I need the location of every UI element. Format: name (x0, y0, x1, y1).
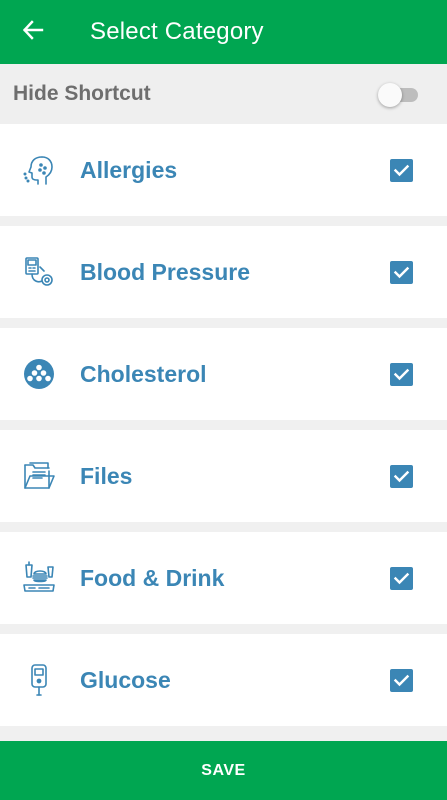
food-drink-icon (22, 561, 56, 595)
cholesterol-cells-icon (22, 357, 56, 391)
category-label: Glucose (80, 666, 171, 693)
category-checkbox[interactable] (390, 464, 413, 488)
arrow-left-icon (22, 18, 45, 47)
category-item-food-drink[interactable]: Food & Drink (0, 532, 447, 624)
blood-pressure-monitor-icon (22, 255, 56, 289)
hide-shortcut-toggle[interactable] (378, 82, 420, 107)
category-item-files[interactable]: Files (0, 430, 447, 522)
category-item-blood-pressure[interactable]: Blood Pressure (0, 226, 447, 318)
category-checkbox[interactable] (390, 668, 413, 692)
folder-files-icon (22, 459, 56, 493)
category-checkbox[interactable] (390, 260, 413, 284)
category-list: Allergies Blood Pressure Cholesterol Fil… (0, 124, 447, 726)
save-button[interactable]: SAVE (0, 741, 447, 800)
hide-shortcut-label: Hide Shortcut (13, 82, 151, 105)
category-label: Food & Drink (80, 564, 225, 591)
category-item-glucose[interactable]: Glucose (0, 634, 447, 726)
page-title: Select Category (90, 18, 264, 45)
save-label: SAVE (201, 761, 246, 779)
category-checkbox[interactable] (390, 158, 413, 182)
category-checkbox[interactable] (390, 566, 413, 590)
category-checkbox[interactable] (390, 362, 413, 386)
category-label: Allergies (80, 156, 178, 183)
category-label: Files (80, 462, 133, 489)
category-label: Blood Pressure (80, 258, 250, 285)
toggle-thumb (378, 83, 402, 107)
hide-shortcut-row: Hide Shortcut (0, 64, 447, 124)
category-item-cholesterol[interactable]: Cholesterol (0, 328, 447, 420)
select-category-screen: Select Category Hide Shortcut Allergies … (0, 0, 447, 800)
allergy-face-icon (22, 153, 56, 187)
category-label: Cholesterol (80, 360, 207, 387)
glucose-meter-icon (22, 663, 56, 697)
category-item-allergies[interactable]: Allergies (0, 124, 447, 216)
back-button[interactable] (0, 0, 68, 64)
app-bar: Select Category (0, 0, 447, 64)
